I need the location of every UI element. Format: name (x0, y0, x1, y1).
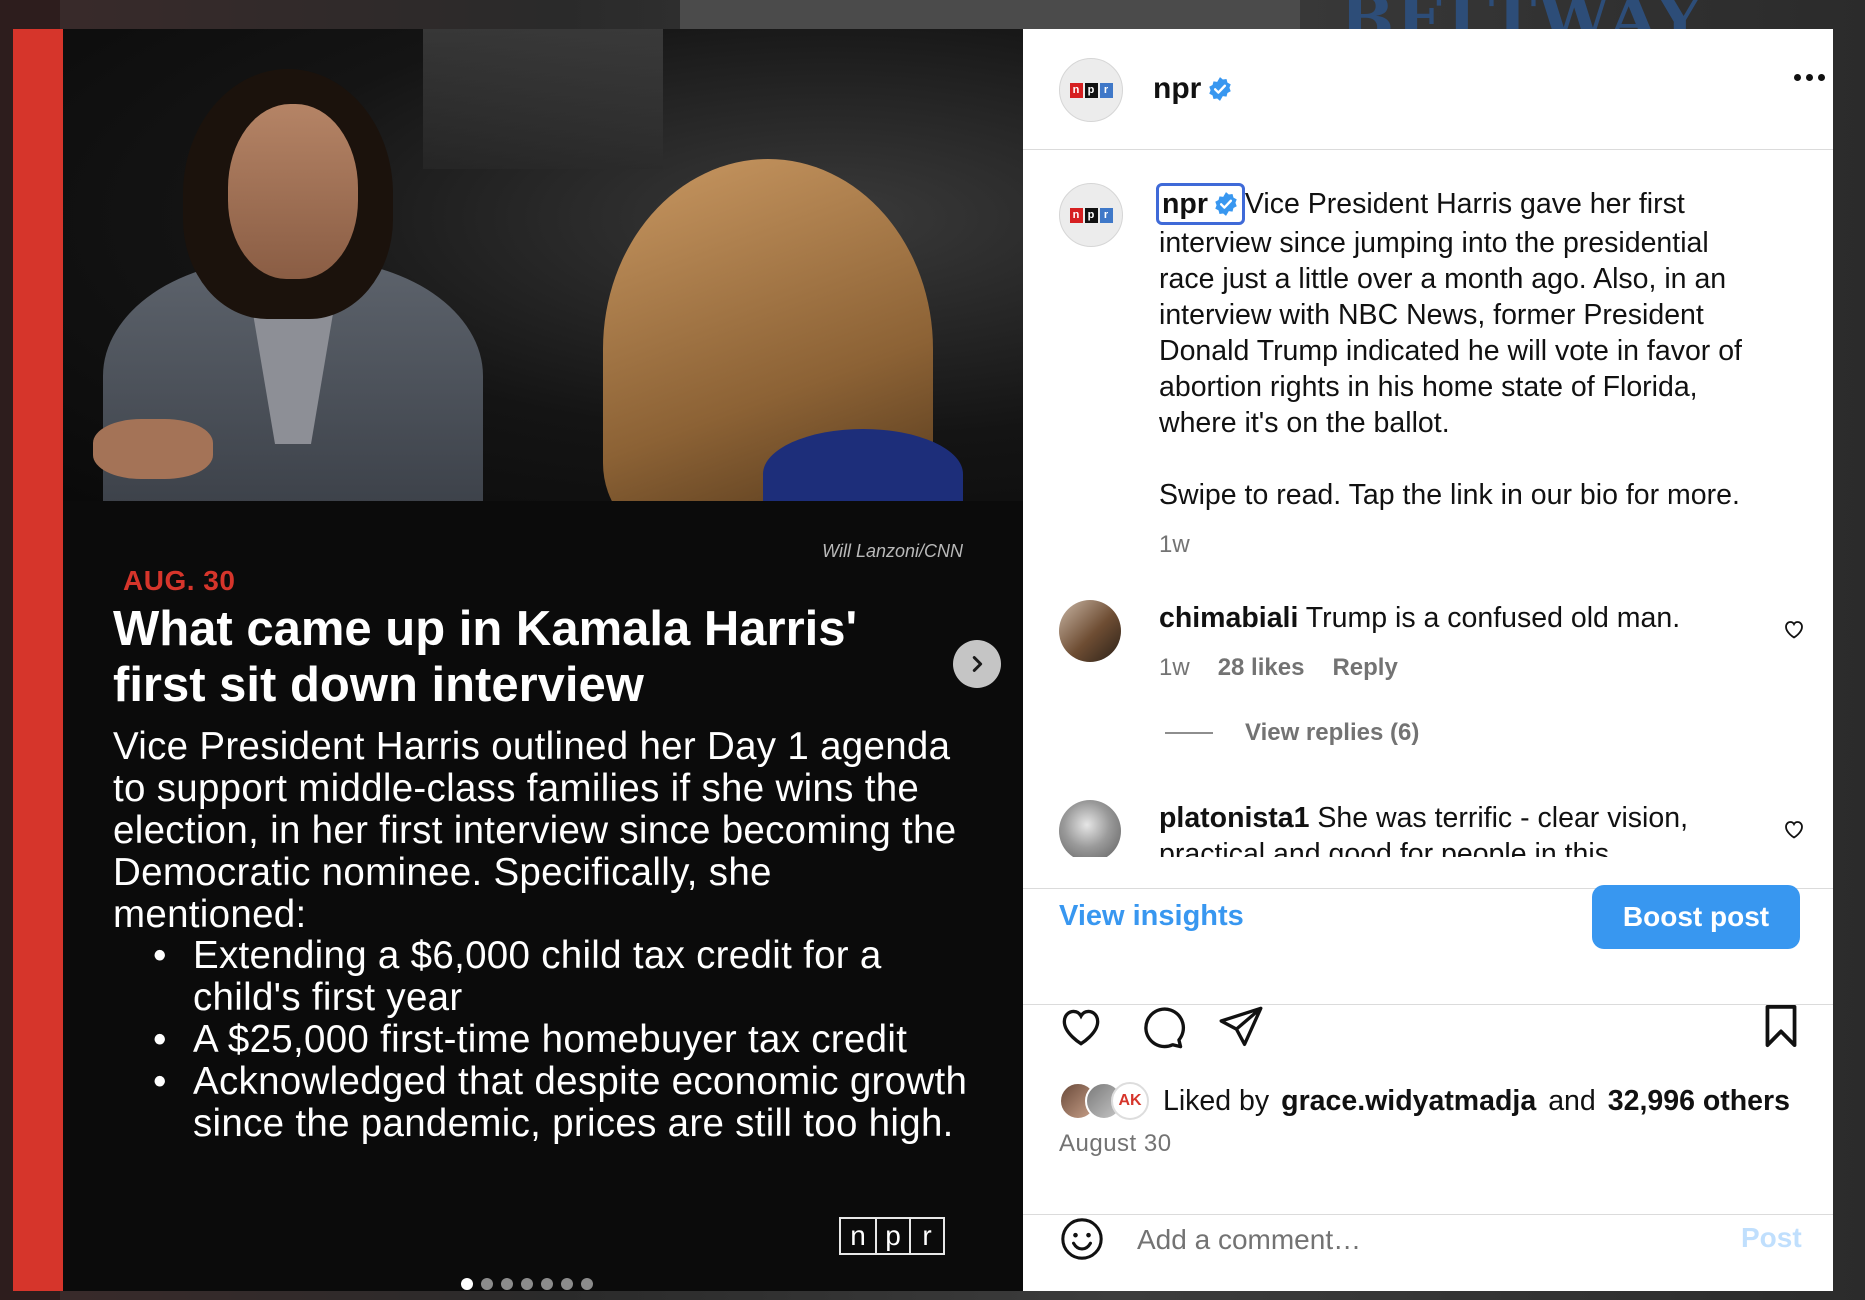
boost-post-button[interactable]: Boost post (1592, 885, 1800, 949)
liked-by-others[interactable]: 32,996 others (1608, 1085, 1790, 1118)
photo-credit: Will Lanzoni/CNN (822, 541, 963, 561)
caption: npr Vice President Harris gave her first … (1156, 183, 1769, 563)
more-dot (1806, 74, 1813, 81)
npr-logo-letter: p (875, 1219, 909, 1253)
more-dot (1794, 74, 1801, 81)
comment-reply-button[interactable]: Reply (1332, 654, 1397, 682)
comment-clip: platonista1 She was terrific - clear vis… (1040, 790, 1820, 857)
view-replies-button[interactable]: View replies (6) (1165, 719, 1419, 747)
caption-author-avatar[interactable]: npr (1059, 183, 1123, 247)
npr-mini-logo: npr (1069, 82, 1113, 98)
liked-by-row: AK Liked by grace.widyatmadja and 32,996… (1059, 1082, 1790, 1120)
photo-person-harris-hand (93, 419, 213, 479)
author-username[interactable]: npr (1153, 72, 1233, 106)
bullet-item: A $25,000 first-time homebuyer tax credi… (153, 1019, 973, 1062)
bullet-item: Acknowledged that despite economic growt… (153, 1061, 973, 1145)
post-comment-button[interactable]: Post (1741, 1222, 1802, 1254)
liked-by-connector: and (1548, 1084, 1596, 1117)
view-insights-link[interactable]: View insights (1059, 900, 1244, 933)
bookmark-icon[interactable] (1756, 1001, 1806, 1051)
caption-age[interactable]: 1w (1159, 527, 1769, 563)
caption-body: Vice President Harris gave her first int… (1159, 188, 1742, 439)
author-avatar[interactable]: npr (1059, 58, 1123, 122)
smiley-icon[interactable] (1059, 1216, 1105, 1262)
brand-red-bar (13, 29, 63, 1291)
interview-photo (63, 29, 1023, 501)
comment-meta: 1w 28 likes Reply (1159, 654, 1398, 682)
photo-window (423, 29, 663, 169)
bullet-item: Extending a $6,000 child tax credit for … (153, 935, 973, 1019)
photo-person-harris-face (228, 104, 358, 279)
backdrop-strip (680, 0, 1300, 29)
commenter-avatar[interactable] (1059, 800, 1121, 857)
speech-bubble-icon[interactable] (1136, 1001, 1186, 1051)
heart-icon[interactable] (1056, 1001, 1106, 1051)
post-header (1023, 29, 1833, 150)
post-media: Will Lanzoni/CNN AUG. 30 What came up in… (13, 29, 1023, 1291)
comment-text: chimabiali Trump is a confused old man. (1159, 600, 1719, 636)
comment-age[interactable]: 1w (1159, 654, 1190, 682)
caption-username[interactable]: npr (1156, 183, 1245, 225)
comment-body: Trump is a confused old man. (1305, 602, 1681, 634)
liker-avatar: AK (1111, 1082, 1149, 1120)
comment-text: platonista1 She was terrific - clear vis… (1159, 800, 1719, 857)
caption-username-text: npr (1162, 188, 1208, 220)
npr-logo-letter: r (909, 1219, 943, 1253)
slide-dot (561, 1278, 573, 1290)
comment-username[interactable]: platonista1 (1159, 802, 1309, 834)
author-username-text: npr (1153, 72, 1202, 105)
post-summary: Vice President Harris outlined her Day 1… (113, 725, 957, 936)
post-timestamp[interactable]: August 30 (1059, 1130, 1172, 1158)
caption-cta: Swipe to read. Tap the link in our bio f… (1159, 479, 1740, 511)
post-bullet-list: Extending a $6,000 child tax credit for … (153, 935, 973, 1145)
commenter-avatar[interactable] (1059, 600, 1121, 662)
chevron-right-icon (972, 656, 983, 672)
slide-dot (521, 1278, 533, 1290)
next-slide-button[interactable] (953, 640, 1001, 688)
more-options-button[interactable] (1794, 74, 1825, 81)
comment-likes[interactable]: 28 likes (1218, 654, 1305, 682)
slide-dot (481, 1278, 493, 1290)
comment-username[interactable]: chimabiali (1159, 602, 1298, 634)
comment-like-heart-icon[interactable] (1782, 817, 1806, 841)
verified-badge-icon (1209, 77, 1232, 101)
slide-indicator (461, 1278, 593, 1290)
post-date-label: AUG. 30 (123, 565, 236, 596)
post-headline: What came up in Kamala Harris' first sit… (113, 602, 858, 712)
paper-plane-icon[interactable] (1216, 1001, 1266, 1051)
verified-badge-icon (1215, 192, 1237, 216)
comment-like-heart-icon[interactable] (1782, 617, 1806, 641)
slide-dot (541, 1278, 553, 1290)
slide-dot (461, 1278, 473, 1290)
npr-logo-letter: n (850, 1220, 866, 1251)
npr-mini-logo: npr (1069, 207, 1113, 223)
npr-logo: n p r (839, 1217, 945, 1255)
slide-dot (501, 1278, 513, 1290)
liker-avatar-stack[interactable]: AK (1059, 1082, 1149, 1120)
more-dot (1818, 74, 1825, 81)
view-replies-label: View replies (6) (1245, 719, 1420, 746)
liked-by-prefix: Liked by (1163, 1084, 1270, 1117)
slide-dot (581, 1278, 593, 1290)
liked-by-user[interactable]: grace.widyatmadja (1281, 1085, 1536, 1118)
replies-line (1165, 732, 1213, 734)
comment-input[interactable] (1137, 1220, 1617, 1260)
